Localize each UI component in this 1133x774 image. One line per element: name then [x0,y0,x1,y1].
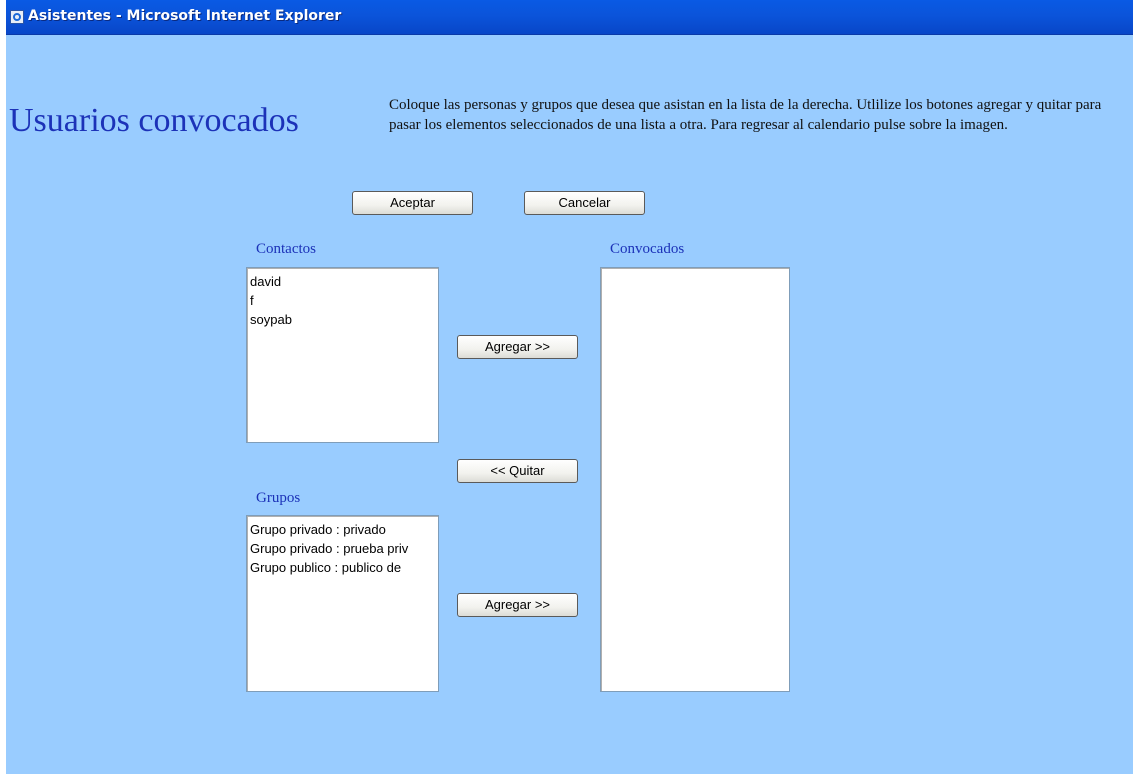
group-option[interactable]: Grupo privado : privado [250,520,435,539]
accept-button[interactable]: Aceptar [352,191,473,215]
browser-window: Asistentes - Microsoft Internet Explorer… [6,0,1133,774]
contact-option[interactable]: f [250,291,435,310]
group-option[interactable]: Grupo publico : publico de [250,558,435,577]
ie-page-icon [10,10,24,24]
add-contacts-button[interactable]: Agregar >> [457,335,578,359]
contact-option[interactable]: soypab [250,310,435,329]
groups-label: Grupos [256,490,301,506]
title-bar: Asistentes - Microsoft Internet Explorer [6,0,1133,35]
cancel-button[interactable]: Cancelar [524,191,645,215]
contacts-listbox[interactable]: david f soypab [246,267,439,443]
contact-option[interactable]: david [250,272,435,291]
window-title: Asistentes - Microsoft Internet Explorer [28,8,342,24]
page-title: Usuarios convocados [9,102,299,139]
group-option[interactable]: Grupo privado : prueba priv [250,539,435,558]
instructions-text: Coloque las personas y grupos que desea … [389,97,1102,133]
contacts-label: Contactos [256,241,316,257]
add-groups-button[interactable]: Agregar >> [457,593,578,617]
remove-button[interactable]: << Quitar [457,459,578,483]
groups-listbox[interactable]: Grupo privado : privado Grupo privado : … [246,515,439,692]
invited-listbox[interactable] [600,267,790,692]
invited-label: Convocados [610,241,685,257]
